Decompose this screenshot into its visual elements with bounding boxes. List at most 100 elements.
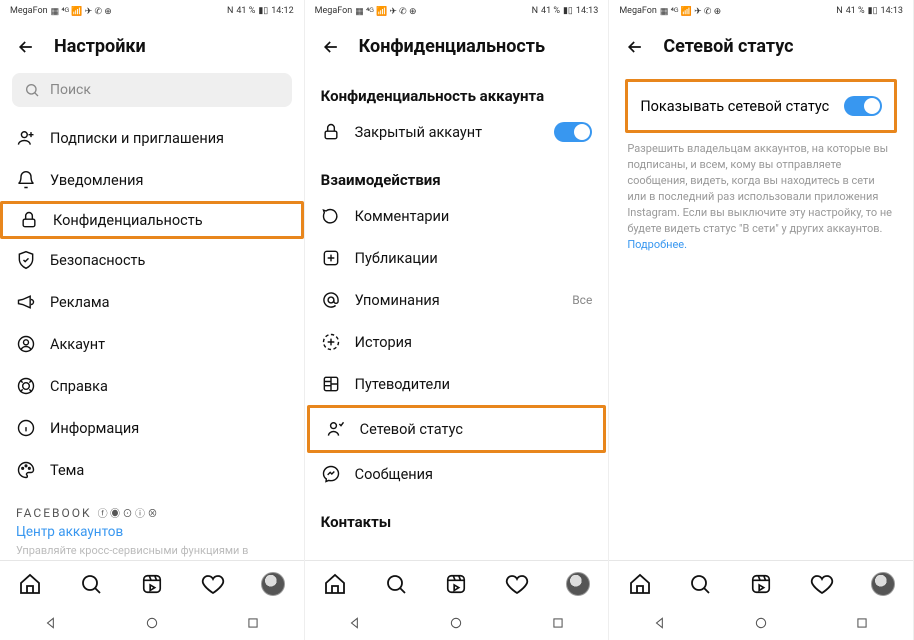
tab-search[interactable] bbox=[688, 572, 712, 596]
description-text: Разрешить владельцам аккаунтов, на котор… bbox=[609, 141, 913, 253]
tab-bar bbox=[609, 560, 913, 606]
help-icon bbox=[16, 376, 36, 396]
row-theme[interactable]: Тема bbox=[0, 449, 304, 491]
carrier-label: MegaFon bbox=[315, 6, 353, 16]
screen-settings: MegaFon ▦ ⁴ᴳ 📶 ✈ ✆ ⊕ N 41 % ▮▯ 14:12 Нас… bbox=[0, 0, 305, 640]
privacy-list: Конфиденциальность аккаунта Закрытый акк… bbox=[305, 69, 609, 560]
row-privacy[interactable]: Конфиденциальность bbox=[0, 201, 304, 239]
carrier-label: MegaFon bbox=[619, 6, 657, 16]
back-button[interactable] bbox=[625, 37, 645, 57]
nav-back[interactable] bbox=[42, 614, 60, 632]
status-icons: ▦ ⁴ᴳ 📶 ✈ ✆ ⊕ bbox=[660, 6, 721, 17]
avatar bbox=[871, 572, 895, 596]
row-comments[interactable]: Комментарии bbox=[305, 195, 609, 237]
carrier-label: MegaFon bbox=[10, 6, 48, 16]
tab-reels[interactable] bbox=[749, 572, 773, 596]
tab-search[interactable] bbox=[79, 572, 103, 596]
row-activity-status[interactable]: Сетевой статус bbox=[307, 405, 607, 453]
tab-reels[interactable] bbox=[140, 572, 164, 596]
row-messages[interactable]: Сообщения bbox=[305, 453, 609, 495]
search-icon bbox=[24, 82, 40, 98]
lock-icon bbox=[19, 210, 39, 230]
status-icons: ▦ ⁴ᴳ 📶 ✈ ✆ ⊕ bbox=[355, 6, 416, 17]
section-interactions: Взаимодействия bbox=[305, 153, 609, 195]
toggle-show-activity-status[interactable] bbox=[844, 96, 882, 116]
nav-home[interactable] bbox=[447, 614, 465, 632]
status-bar: MegaFon ▦ ⁴ᴳ 📶 ✈ ✆ ⊕ N 41 % ▮▯ 14:12 bbox=[0, 0, 304, 22]
label: Комментарии bbox=[355, 208, 593, 225]
page-title: Настройки bbox=[54, 36, 146, 57]
back-button[interactable] bbox=[16, 37, 36, 57]
row-mentions[interactable]: Упоминания Все bbox=[305, 279, 609, 321]
row-publications[interactable]: Публикации bbox=[305, 237, 609, 279]
tab-activity[interactable] bbox=[810, 572, 834, 596]
label: Показывать сетевой статус bbox=[640, 98, 829, 115]
nav-home[interactable] bbox=[752, 614, 770, 632]
row-ads[interactable]: Реклама bbox=[0, 281, 304, 323]
screen-privacy: MegaFon ▦ ⁴ᴳ 📶 ✈ ✆ ⊕ N 41 % ▮▯ 14:13 Кон… bbox=[305, 0, 610, 640]
tab-profile[interactable] bbox=[566, 572, 590, 596]
brand-icons: ⓕ ◉ ⊙ ⓘ ⊗ bbox=[98, 505, 158, 520]
header: Сетевой статус bbox=[609, 22, 913, 69]
tab-activity[interactable] bbox=[201, 572, 225, 596]
nav-recent[interactable] bbox=[244, 614, 262, 632]
comment-icon bbox=[321, 206, 341, 226]
section-account-privacy: Конфиденциальность аккаунта bbox=[305, 69, 609, 111]
tab-home[interactable] bbox=[18, 572, 42, 596]
nav-back[interactable] bbox=[651, 614, 669, 632]
row-info[interactable]: Информация bbox=[0, 407, 304, 449]
label: История bbox=[355, 334, 593, 351]
row-notifications[interactable]: Уведомления bbox=[0, 159, 304, 201]
tab-home[interactable] bbox=[628, 572, 652, 596]
label: Информация bbox=[50, 420, 288, 437]
row-help[interactable]: Справка bbox=[0, 365, 304, 407]
label: Тема bbox=[50, 462, 288, 479]
clock: 14:13 bbox=[881, 6, 903, 16]
tab-reels[interactable] bbox=[444, 572, 468, 596]
tab-search[interactable] bbox=[384, 572, 408, 596]
toggle-private-account[interactable] bbox=[554, 122, 592, 142]
tab-profile[interactable] bbox=[871, 572, 895, 596]
nav-recent[interactable] bbox=[853, 614, 871, 632]
nav-recent[interactable] bbox=[549, 614, 567, 632]
row-show-activity-status[interactable]: Показывать сетевой статус bbox=[625, 79, 897, 133]
screen-activity-status: MegaFon ▦ ⁴ᴳ 📶 ✈ ✆ ⊕ N 41 % ▮▯ 14:13 Сет… bbox=[609, 0, 914, 640]
tab-profile[interactable] bbox=[261, 572, 285, 596]
learn-more-link[interactable]: Подробнее. bbox=[627, 238, 687, 251]
clock: 14:13 bbox=[576, 6, 598, 16]
person-plus-icon bbox=[16, 128, 36, 148]
page-title: Сетевой статус bbox=[663, 36, 793, 57]
nav-home[interactable] bbox=[143, 614, 161, 632]
accounts-center-link[interactable]: Центр аккаунтов bbox=[0, 522, 304, 542]
tab-activity[interactable] bbox=[505, 572, 529, 596]
row-private-account[interactable]: Закрытый аккаунт bbox=[305, 111, 609, 153]
row-guides[interactable]: Путеводители bbox=[305, 363, 609, 405]
megaphone-icon bbox=[16, 292, 36, 312]
header: Настройки bbox=[0, 22, 304, 69]
battery-icon: ▮▯ bbox=[868, 6, 878, 16]
info-icon bbox=[16, 418, 36, 438]
section-contacts: Контакты bbox=[305, 495, 609, 537]
avatar bbox=[566, 572, 590, 596]
tab-bar bbox=[0, 560, 304, 606]
label: Упоминания bbox=[355, 292, 559, 309]
row-subscriptions[interactable]: Подписки и приглашения bbox=[0, 117, 304, 159]
search-placeholder: Поиск bbox=[50, 82, 91, 98]
clock: 14:12 bbox=[271, 6, 293, 16]
tab-home[interactable] bbox=[323, 572, 347, 596]
faded-description: Управляйте кросс-сервисными функциями в bbox=[0, 542, 304, 560]
row-account[interactable]: Аккаунт bbox=[0, 323, 304, 365]
label: Справка bbox=[50, 378, 288, 395]
shield-icon bbox=[16, 250, 36, 270]
android-navbar bbox=[0, 606, 304, 640]
settings-list: Подписки и приглашения Уведомления Конфи… bbox=[0, 117, 304, 560]
battery-icon: ▮▯ bbox=[563, 6, 573, 16]
row-security[interactable]: Безопасность bbox=[0, 239, 304, 281]
back-button[interactable] bbox=[321, 37, 341, 57]
row-history[interactable]: История bbox=[305, 321, 609, 363]
palette-icon bbox=[16, 460, 36, 480]
messenger-icon bbox=[321, 464, 341, 484]
nav-back[interactable] bbox=[346, 614, 364, 632]
search-input[interactable]: Поиск bbox=[12, 73, 292, 107]
label: Путеводители bbox=[355, 376, 593, 393]
